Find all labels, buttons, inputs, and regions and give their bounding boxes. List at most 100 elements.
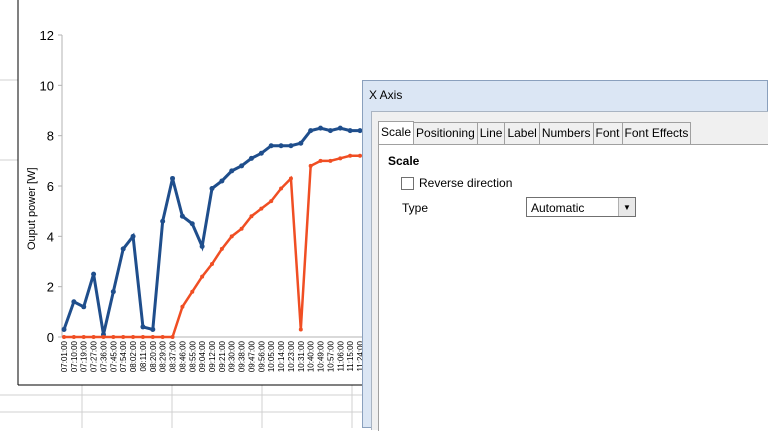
series-point-2: [348, 153, 353, 158]
x-tick-label: 09:47:00: [247, 340, 256, 372]
series-point-2: [81, 335, 86, 339]
x-tick-label: 07:54:00: [119, 340, 128, 372]
x-tick-label: 08:55:00: [188, 340, 197, 372]
series-point-1: [170, 175, 176, 181]
series-point-2: [131, 335, 136, 339]
x-tick-label: 07:27:00: [90, 340, 99, 372]
series-point-1: [71, 299, 77, 305]
tab-scale[interactable]: Scale: [378, 121, 415, 145]
series-point-2: [269, 199, 274, 204]
series-point-1: [199, 243, 205, 249]
series-point-2: [308, 163, 313, 168]
x-tick-label: 09:21:00: [218, 340, 227, 372]
dialog-body: Scale Positioning Line Label Numbers Fon…: [371, 111, 768, 431]
x-tick-label: 09:12:00: [208, 340, 217, 372]
series-point-2: [328, 158, 333, 163]
x-tick-label: 10:49:00: [317, 340, 326, 372]
x-tick-label: 07:45:00: [109, 340, 118, 372]
y-tick-label: 0: [47, 330, 54, 345]
series-point-1: [239, 163, 245, 169]
series-point-1: [150, 326, 156, 332]
series-point-1: [327, 128, 333, 134]
series-point-1: [248, 155, 254, 161]
series-point-2: [180, 304, 185, 309]
series-point-1: [209, 186, 215, 192]
series-point-1: [347, 128, 353, 134]
series-point-1: [258, 150, 264, 156]
series-point-2: [338, 156, 343, 161]
y-tick-label: 10: [40, 78, 54, 93]
x-tick-label: 09:56:00: [257, 340, 266, 372]
x-tick-label: 08:37:00: [169, 340, 178, 372]
series-point-1: [91, 271, 97, 277]
x-tick-label: 10:14:00: [277, 340, 286, 372]
x-tick-label: 08:29:00: [159, 340, 168, 372]
dialog-title: X Axis: [369, 88, 403, 102]
series-point-2: [101, 335, 106, 339]
tab-font-effects[interactable]: Font Effects: [621, 122, 692, 144]
y-tick-label: 6: [47, 179, 54, 194]
plot-gridlines: [61, 35, 362, 338]
series-point-1: [110, 289, 116, 295]
series-line-1: [62, 126, 360, 335]
series-point-1: [288, 143, 294, 149]
series-point-1: [189, 221, 195, 227]
x-tick-label: 08:11:00: [139, 340, 148, 371]
series-point-1: [120, 246, 126, 252]
series-point-2: [259, 206, 264, 211]
series-point-1: [298, 140, 304, 146]
series-point-2: [91, 335, 96, 339]
series-point-1: [61, 326, 67, 332]
x-tick-label: 10:05:00: [267, 340, 276, 372]
series-point-2: [318, 158, 323, 163]
series-point-2: [249, 214, 254, 219]
x-tick-label: 07:19:00: [80, 340, 89, 372]
series-point-1: [130, 233, 136, 239]
dialog-tabs: Scale Positioning Line Label Numbers Fon…: [378, 121, 692, 145]
x-tick-label: 07:36:00: [99, 340, 108, 372]
series-point-2: [140, 335, 145, 339]
x-tick-label: 08:20:00: [149, 340, 158, 372]
tab-label[interactable]: Label: [504, 122, 540, 144]
tab-numbers[interactable]: Numbers: [538, 122, 594, 144]
series-point-2: [160, 335, 165, 339]
series-point-1: [318, 125, 324, 131]
tab-font[interactable]: Font: [592, 122, 623, 144]
x-tick-label: 10:31:00: [297, 340, 306, 372]
series-point-2: [210, 262, 214, 267]
series-point-2: [229, 234, 234, 239]
type-label: Type: [402, 201, 429, 215]
series-point-2: [121, 335, 126, 339]
series-layer: [61, 125, 363, 339]
x-tick-label: 08:02:00: [129, 340, 138, 372]
series-point-2: [62, 335, 66, 339]
x-tick-label: 08:46:00: [178, 340, 187, 372]
series-point-1: [229, 168, 235, 174]
series-point-1: [140, 324, 146, 330]
series-point-1: [179, 213, 185, 219]
series-point-1: [268, 143, 274, 149]
tab-positioning[interactable]: Positioning: [413, 122, 478, 144]
series-point-2: [111, 335, 116, 339]
chevron-down-icon[interactable]: ▼: [618, 198, 635, 216]
series-point-1: [160, 218, 166, 224]
y-tick-label: 8: [47, 129, 54, 144]
series-point-2: [71, 335, 76, 339]
x-tick-label: 09:30:00: [228, 340, 237, 372]
series-point-2: [170, 335, 175, 339]
reverse-direction-checkbox[interactable]: [401, 176, 414, 190]
y-axis-label: Ouput power [W]: [26, 167, 38, 250]
reverse-direction-row[interactable]: Reverse direction: [401, 176, 512, 190]
x-tick-label: 11:06:00: [336, 340, 345, 371]
type-select[interactable]: Automatic ▼: [526, 197, 636, 217]
type-select-value: Automatic: [531, 201, 585, 215]
series-point-2: [200, 274, 205, 279]
y-tick-label: 4: [47, 229, 54, 244]
series-point-2: [279, 186, 284, 191]
x-axis-dialog: X Axis Scale Positioning Line Label Numb…: [362, 80, 768, 431]
scale-panel: Scale Reverse direction Type Automatic ▼: [378, 144, 768, 431]
series-point-1: [219, 178, 225, 184]
x-tick-label: 07:01:00: [60, 340, 69, 372]
tab-line[interactable]: Line: [476, 122, 506, 144]
series-point-2: [288, 176, 293, 181]
